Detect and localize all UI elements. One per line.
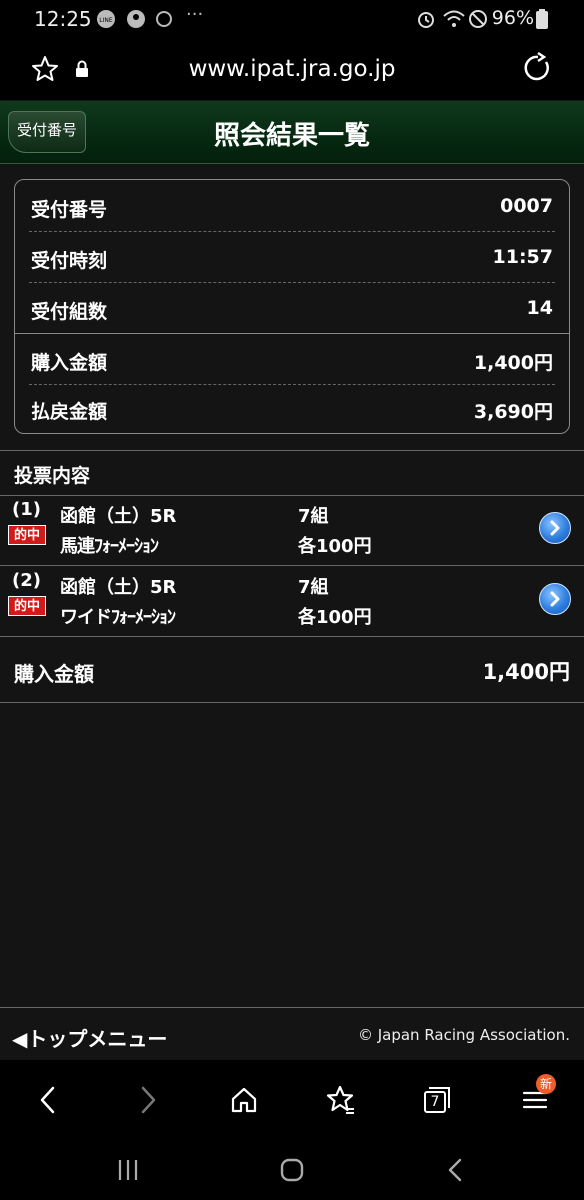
bet-race: 函館（土）5R [60, 577, 177, 598]
hit-badge: 的中 [8, 525, 46, 545]
status-time: 12:25 [34, 7, 92, 31]
battery-icon [536, 9, 548, 29]
home-button-icon[interactable] [274, 1152, 310, 1188]
hit-badge: 的中 [8, 596, 46, 616]
bet-number: (1) [12, 499, 41, 520]
bet-amount-each: 各100円 [298, 536, 372, 557]
summary-label: 受付番号 [31, 199, 108, 221]
page-title: 照会結果一覧 [213, 121, 370, 151]
divider [29, 282, 555, 283]
vote-content-heading: 投票内容 [0, 450, 584, 496]
page-header: 受付番号 照会結果一覧 [0, 101, 584, 164]
url-text[interactable]: www.ipat.jra.go.jp [0, 56, 584, 82]
sync-icon [154, 9, 174, 29]
summary-label: 受付組数 [31, 301, 108, 323]
tabs-icon[interactable]: 7 [418, 1082, 454, 1118]
recent-apps-icon[interactable] [110, 1152, 146, 1188]
menu-icon[interactable]: 新 [518, 1074, 556, 1118]
summary-label: 受付時刻 [31, 250, 108, 272]
more-notifications-icon: ··· [186, 4, 204, 25]
bet-amount-each: 各100円 [298, 607, 372, 628]
summary-value: 11:57 [492, 246, 553, 268]
chevron-right-icon[interactable] [539, 583, 571, 615]
top-menu-link[interactable]: ◀トップメニュー [12, 1023, 167, 1052]
bookmarks-icon[interactable] [322, 1082, 358, 1118]
browser-address-bar: www.ipat.jra.go.jp [0, 38, 584, 100]
summary-row: 払戻金額 3,690円 [29, 384, 555, 434]
copyright-text: © Japan Racing Association. [357, 1026, 570, 1044]
bet-combos: 7組 [298, 577, 329, 598]
summary-row: 受付組数 14 [29, 284, 555, 334]
summary-row: 受付時刻 11:57 [29, 233, 555, 283]
bet-row[interactable]: (2) 的中 函館（土）5R ワイドﾌｫｰﾒｰｼｮﾝ 7組 各100円 [0, 566, 584, 637]
back-arrow-icon[interactable] [30, 1082, 66, 1118]
summary-label: 払戻金額 [31, 401, 108, 423]
bet-type: 馬連ﾌｫｰﾒｰｼｮﾝ [60, 536, 159, 557]
summary-label: 購入金額 [31, 352, 108, 374]
bet-combos: 7組 [298, 506, 329, 527]
system-back-icon[interactable] [438, 1152, 474, 1188]
system-navigation-bar [0, 1140, 584, 1200]
svg-text:LINE: LINE [99, 17, 113, 24]
summary-value: 1,400円 [473, 352, 553, 374]
bet-number: (2) [12, 570, 41, 591]
bet-row[interactable]: (1) 的中 函館（土）5R 馬連ﾌｫｰﾒｰｼｮﾝ 7組 各100円 [0, 495, 584, 566]
bet-type: ワイドﾌｫｰﾒｰｼｮﾝ [60, 607, 176, 628]
new-badge: 新 [536, 1074, 556, 1094]
wifi-icon [443, 9, 465, 29]
total-label: 購入金額 [14, 662, 94, 686]
summary-value: 0007 [500, 195, 553, 217]
bet-race: 函館（土）5R [60, 506, 177, 527]
line-app-icon: LINE [96, 9, 116, 29]
status-bar: 12:25 LINE ··· 96% [0, 0, 584, 38]
divider [15, 333, 569, 334]
summary-value: 14 [526, 297, 553, 319]
home-icon[interactable] [226, 1082, 262, 1118]
browser-toolbar: 7 新 [0, 1060, 584, 1140]
summary-row: 受付番号 0007 [29, 182, 555, 232]
reload-icon[interactable] [522, 51, 554, 84]
do-not-disturb-icon [468, 9, 488, 29]
page-footer: ◀トップメニュー © Japan Racing Association. [0, 1007, 584, 1060]
forward-arrow-icon[interactable] [130, 1082, 166, 1118]
summary-row: 購入金額 1,400円 [29, 335, 555, 385]
tab-count: 7 [430, 1094, 440, 1110]
purchase-total: 購入金額 1,400円 [0, 636, 584, 703]
divider [29, 231, 555, 232]
summary-value: 3,690円 [473, 401, 553, 423]
section-title: 投票内容 [14, 465, 91, 487]
summary-panel: 受付番号 0007 受付時刻 11:57 受付組数 14 購入金額 1,400円… [14, 179, 570, 434]
chevron-right-icon[interactable] [539, 512, 571, 544]
account-icon [126, 9, 146, 29]
total-value: 1,400円 [482, 660, 570, 684]
battery-percent: 96% [491, 7, 534, 29]
alarm-icon [416, 9, 436, 29]
